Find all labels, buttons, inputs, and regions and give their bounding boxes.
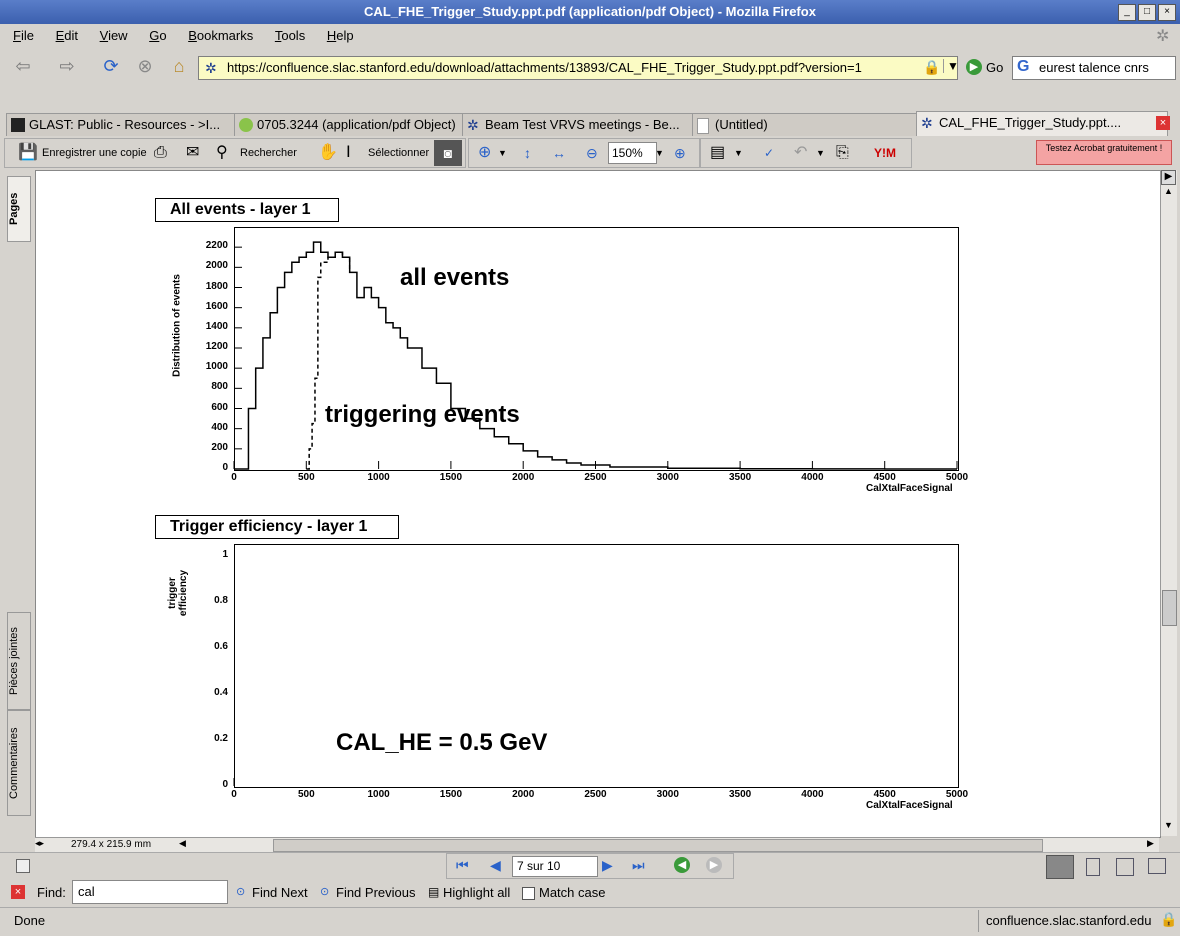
cal-he-label: CAL_HE = 0.5 GeV [336,729,548,756]
bottom-x-tick-label: 0 [231,789,237,800]
bottom-x-tick-label: 3000 [656,789,679,800]
bottom-y-tick-label: 0.8 [214,594,228,606]
bottom-plot-xlabel: CalXtalFaceSignal [866,800,953,811]
triggering-events-series [306,251,351,470]
bottom-y-tick-label: 0.2 [214,732,228,744]
bottom-x-tick-label: 2000 [512,789,535,800]
bottom-x-tick-label: 1500 [439,789,463,800]
bottom-x-tick-label: 5000 [945,789,969,800]
bottom-x-tick-label: 1000 [367,789,390,800]
bottom-x-tick-label: 2500 [584,789,607,800]
bottom-plot-title: Trigger efficiency - layer 1 [155,515,399,539]
bottom-plot-ylabel: trigger efficiency [167,569,189,617]
bottom-y-tick-label: 0.4 [214,686,228,698]
bottom-y-tick-label: 1 [222,548,228,560]
bottom-x-tick-label: 3500 [728,789,752,800]
bottom-x-tick-label: 4000 [801,789,824,800]
all-events-series [234,241,957,470]
bottom-x-tick-label: 4500 [873,789,896,800]
bottom-x-tick-label: 500 [297,789,315,800]
bottom-y-tick-label: 0.6 [214,640,228,652]
